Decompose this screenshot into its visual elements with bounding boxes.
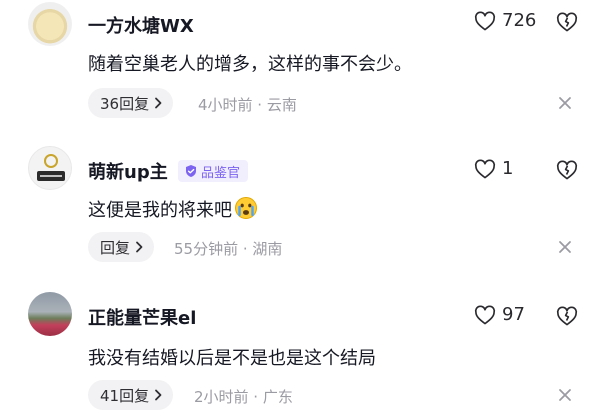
comment-username[interactable]: 萌新up主	[88, 158, 168, 184]
verified-badge-icon	[186, 165, 196, 177]
broken-heart-icon[interactable]	[556, 12, 578, 32]
comment-item: 萌新up主 品鉴官 1 这便是我的将来吧 回复 55分钟前 · 湖南	[0, 140, 600, 270]
comment-item: 正能量芒果el 97 我没有结婚以后是不是也是这个结局 41回复 2小时前 · …	[0, 282, 600, 412]
comment-text: 这便是我的将来吧	[88, 196, 258, 222]
heart-outline-icon	[474, 10, 496, 30]
like-count: 1	[502, 158, 514, 179]
badge-label: 品鉴官	[201, 165, 241, 181]
reply-label: 回复	[100, 238, 131, 257]
comment-meta: 4小时前 · 云南	[198, 96, 297, 114]
chevron-right-icon	[155, 389, 162, 401]
close-icon[interactable]	[558, 240, 572, 254]
heart-outline-icon	[474, 158, 496, 178]
comment-username[interactable]: 正能量芒果el	[88, 304, 196, 330]
like-button[interactable]: 726	[474, 10, 536, 31]
like-button[interactable]: 97	[474, 304, 525, 325]
heart-outline-icon	[474, 304, 496, 324]
close-icon[interactable]	[558, 388, 572, 402]
like-button[interactable]: 1	[474, 158, 513, 179]
reply-label: 41回复	[100, 386, 150, 405]
crying-face-emoji	[235, 197, 257, 219]
comment-meta: 55分钟前 · 湖南	[174, 240, 283, 258]
chevron-right-icon	[136, 241, 143, 253]
comment-item: 一方水塘WX 726 随着空巢老人的增多，这样的事不会少。 36回复 4小时前 …	[0, 0, 600, 128]
avatar[interactable]	[28, 146, 72, 190]
avatar[interactable]	[28, 2, 72, 46]
avatar-logo-icon	[37, 154, 65, 181]
broken-heart-icon[interactable]	[556, 306, 578, 326]
reply-button[interactable]: 回复	[88, 232, 155, 262]
comment-text: 随着空巢老人的增多，这样的事不会少。	[88, 54, 412, 75]
broken-heart-icon[interactable]	[556, 160, 578, 180]
avatar[interactable]	[28, 292, 72, 336]
title-badge: 品鉴官	[178, 160, 249, 182]
reply-button[interactable]: 36回复	[88, 88, 174, 118]
reply-label: 36回复	[100, 94, 150, 113]
comment-meta: 2小时前 · 广东	[194, 388, 293, 406]
comment-text-content: 这便是我的将来吧	[88, 200, 232, 221]
reply-button[interactable]: 41回复	[88, 380, 174, 410]
comment-username[interactable]: 一方水塘WX	[88, 12, 194, 38]
like-count: 97	[502, 304, 525, 325]
comment-text: 我没有结婚以后是不是也是这个结局	[88, 348, 376, 369]
chevron-right-icon	[155, 97, 162, 109]
close-icon[interactable]	[558, 96, 572, 110]
like-count: 726	[502, 10, 537, 31]
